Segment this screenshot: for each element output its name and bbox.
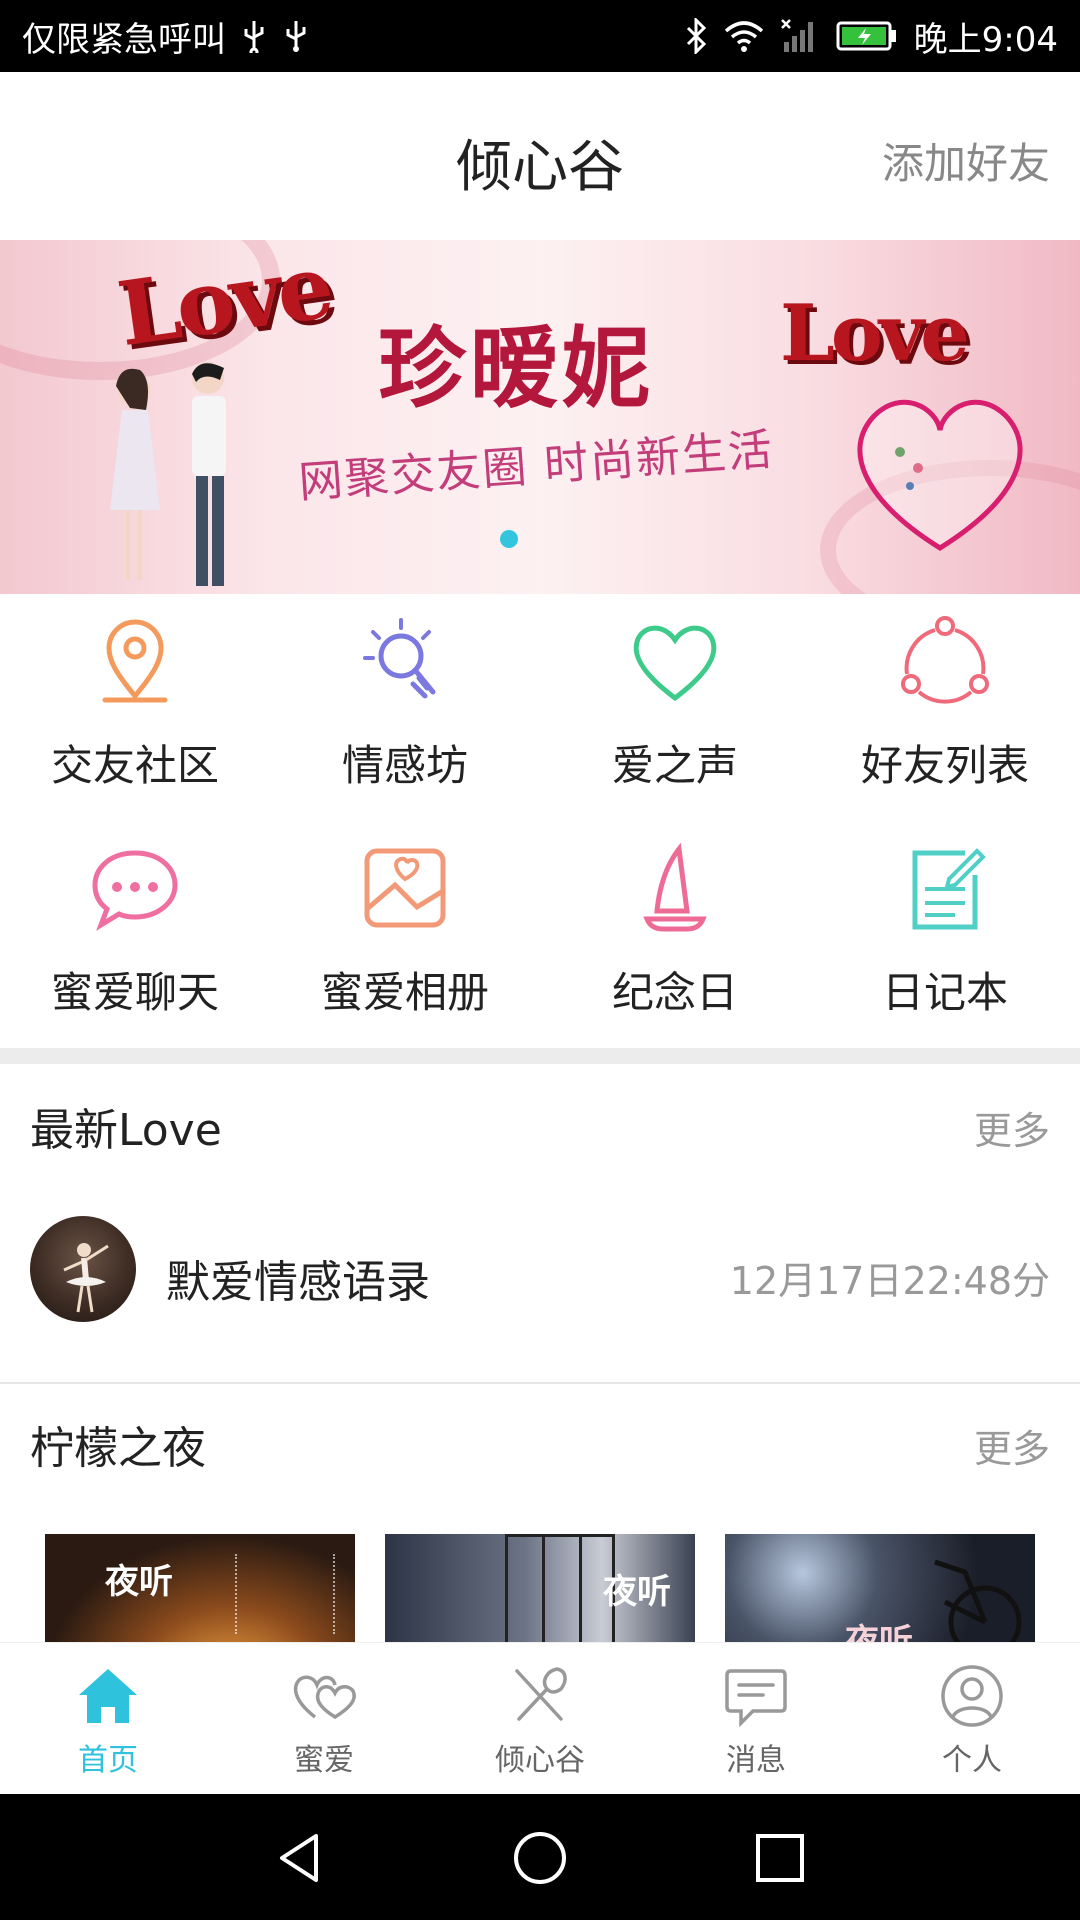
wifi-icon — [724, 19, 764, 53]
tab-label: 蜜爱 — [294, 1743, 354, 1778]
notebook-icon — [912, 848, 986, 930]
lemon-night-header: 柠檬之夜 更多 — [0, 1384, 1080, 1494]
feature-diary[interactable]: 日记本 — [810, 821, 1080, 1048]
feature-dating-community[interactable]: 交友社区 — [0, 594, 270, 821]
feature-label: 情感坊 — [341, 741, 468, 790]
tab-sweet-love[interactable]: 蜜爱 — [216, 1643, 432, 1795]
signal-icon — [780, 18, 820, 54]
tab-label: 个人 — [942, 1743, 1002, 1778]
tab-label: 消息 — [726, 1743, 786, 1778]
banner-love-right: Love — [780, 288, 970, 379]
thumbnail-card[interactable]: 夜听 — [45, 1534, 355, 1642]
heart-frame-icon — [857, 399, 1023, 551]
usb-icon — [282, 19, 310, 53]
home-icon — [79, 1669, 137, 1723]
status-left: 仅限紧急呼叫 — [22, 12, 310, 61]
location-pin-icon — [102, 619, 168, 703]
clock: 晚上9:04 — [913, 19, 1058, 60]
banner-brand: 珍暧妮 — [378, 317, 655, 420]
status-bar: 仅限紧急呼叫 晚上9:04 — [0, 0, 1080, 72]
banner-slogan: 网聚交友圈 时尚新生活 — [297, 424, 776, 509]
item-title: 默爱情感语录 — [166, 1257, 430, 1308]
feature-voice-of-love[interactable]: 爱之声 — [540, 594, 810, 821]
chat-bubble-icon — [92, 850, 178, 931]
item-timestamp: 12月17日22:48分 — [729, 1259, 1050, 1303]
list-item[interactable]: 默爱情感语录 12月17日22:48分 — [0, 1180, 1080, 1360]
lightbulb-icon — [363, 618, 436, 699]
feature-label: 蜜爱聊天 — [50, 968, 219, 1017]
app-header: 倾心谷 添加好友 — [0, 72, 1080, 240]
thumbnail-decoration — [235, 1554, 335, 1634]
sailboat-icon — [643, 842, 707, 932]
night-more-link[interactable]: 更多 — [974, 1418, 1050, 1473]
tab-qingxingu[interactable]: 倾心谷 — [432, 1643, 648, 1795]
thumbnail-card[interactable]: 夜听 — [725, 1534, 1035, 1642]
feature-sweet-chat[interactable]: 蜜爱聊天 — [0, 821, 270, 1048]
tab-messages[interactable]: 消息 — [648, 1643, 864, 1795]
section-title: 柠檬之夜 — [30, 1423, 206, 1474]
status-right: 晚上9:04 — [684, 12, 1058, 61]
banner-love-left: Love — [111, 240, 336, 367]
utensils-icon — [515, 1667, 567, 1721]
feature-sweet-album[interactable]: 蜜爱相册 — [270, 821, 540, 1048]
feature-emotion-workshop[interactable]: 情感坊 — [270, 594, 540, 821]
hearts-icon — [293, 1675, 356, 1720]
tab-home[interactable]: 首页 — [0, 1643, 216, 1795]
feature-grid: 交友社区 情感坊 爱之声 好友列表 蜜爱聊天 蜜爱相册 纪念日 日记本 — [0, 594, 1080, 1048]
tab-label: 首页 — [78, 1743, 138, 1778]
thumbnail-caption: 夜听 — [603, 1572, 671, 1612]
usb-icon — [240, 19, 268, 53]
feature-label: 爱之声 — [611, 741, 738, 790]
add-friend-button[interactable]: 添加好友 — [882, 130, 1050, 191]
night-thumbnails: 夜听 夜听 夜听 — [0, 1534, 1080, 1642]
thumbnail-card[interactable]: 夜听 — [385, 1534, 695, 1642]
recents-icon[interactable] — [750, 1828, 810, 1888]
message-icon — [725, 1669, 787, 1728]
user-icon — [941, 1665, 1003, 1727]
feature-label: 日记本 — [881, 968, 1008, 1017]
couple-illustration — [110, 362, 226, 586]
home-circle-icon[interactable] — [510, 1828, 570, 1888]
feature-friend-list[interactable]: 好友列表 — [810, 594, 1080, 821]
bottom-navigation: 首页 蜜爱 倾心谷 消息 个人 — [0, 1642, 1080, 1794]
latest-love-header: 最新Love 更多 — [0, 1066, 1080, 1176]
feature-anniversary[interactable]: 纪念日 — [540, 821, 810, 1048]
bicycle-icon — [934, 1559, 1022, 1642]
back-icon[interactable] — [270, 1828, 330, 1888]
feature-label: 蜜爱相册 — [320, 968, 489, 1017]
promo-banner[interactable]: Love Love 珍暧妮 网聚交友圈 时尚新生活 — [0, 240, 1080, 594]
thumbnail-window — [505, 1534, 615, 1642]
tab-label: 倾心谷 — [495, 1743, 585, 1778]
photo-album-icon — [364, 848, 446, 928]
tab-profile[interactable]: 个人 — [864, 1643, 1080, 1795]
avatar — [30, 1216, 136, 1322]
feature-label: 好友列表 — [860, 741, 1029, 790]
battery-icon — [836, 19, 898, 53]
share-nodes-icon — [901, 616, 989, 704]
feature-label: 交友社区 — [50, 741, 219, 790]
thumbnail-caption: 夜听 — [105, 1562, 173, 1602]
feature-label: 纪念日 — [611, 968, 738, 1017]
emergency-text: 仅限紧急呼叫 — [22, 19, 226, 60]
latest-more-link[interactable]: 更多 — [974, 1100, 1050, 1155]
section-title: 最新Love — [30, 1105, 222, 1156]
system-navigation-bar — [0, 1794, 1080, 1920]
banner-indicator-dot — [500, 530, 518, 548]
section-divider — [0, 1048, 1080, 1064]
heart-icon — [633, 625, 717, 702]
bluetooth-icon — [684, 18, 708, 54]
